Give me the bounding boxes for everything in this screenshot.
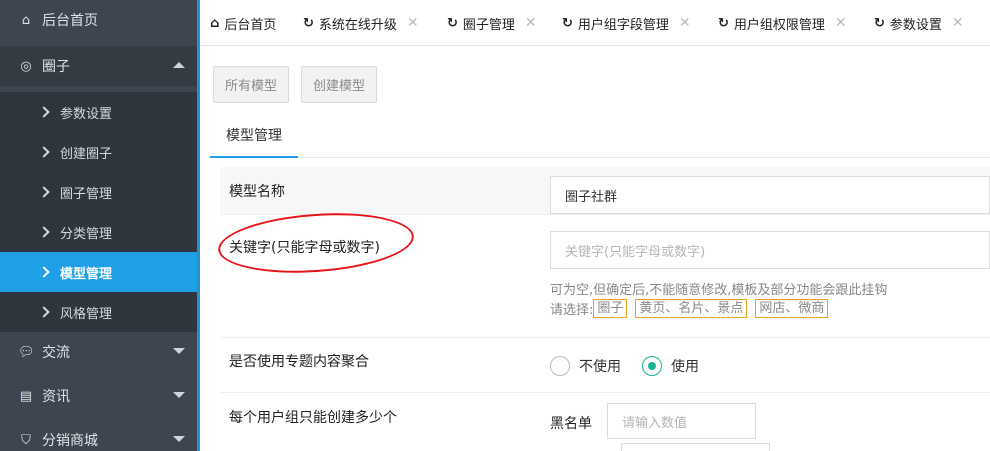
keyword-option-yellowpages[interactable]: 黄页、名片、景点	[635, 299, 748, 318]
keyword-option-circle[interactable]: 圈子	[593, 299, 628, 318]
caret-up-icon	[173, 62, 185, 68]
radio-label: 使用	[671, 359, 699, 375]
refresh-icon: ↻	[303, 15, 314, 31]
caret-down-icon	[173, 348, 185, 354]
bag-icon: ⛉	[21, 432, 31, 448]
home-icon: ⌂	[210, 15, 220, 31]
sidebar-subitem-label: 分类管理	[60, 226, 113, 242]
radio-circle	[642, 356, 662, 376]
sidebar-subitem-label: 创建圈子	[60, 146, 113, 162]
sidebar-item-circle[interactable]: ◎ 圈子	[0, 46, 197, 86]
tab-model-manage[interactable]: 模型管理	[210, 114, 298, 158]
form-row-limit: 每个用户组只能创建多少个 黑名单 请输入数值	[220, 393, 990, 451]
topic-label: 是否使用专题内容聚合	[229, 354, 369, 370]
tab-parameters[interactable]: ↻ 参数设置 ✕	[874, 0, 964, 46]
chevron-right-icon	[38, 186, 50, 198]
model-name-input[interactable]: 圈子社群	[550, 176, 990, 214]
sidebar-subitem-create-circle[interactable]: 创建圈子	[0, 132, 197, 172]
sidebar-item-label: 资讯	[42, 389, 70, 405]
close-icon[interactable]: ✕	[952, 15, 964, 31]
chevron-right-icon	[38, 306, 50, 318]
sidebar-item-home[interactable]: ⌂ 后台首页	[0, 0, 197, 40]
keyword-choices: 请选择: 圈子 黄页、名片、景点 网店、微商	[550, 299, 836, 318]
keyword-option-shop[interactable]: 网店、微商	[755, 299, 829, 318]
tab-usergroup-fields[interactable]: ↻ 用户组字段管理 ✕	[562, 0, 691, 46]
sidebar-subitem-circle-manage[interactable]: 圈子管理	[0, 172, 197, 212]
close-icon[interactable]: ✕	[679, 15, 691, 31]
tab-usergroup-permissions[interactable]: ↻ 用户组权限管理 ✕	[718, 0, 847, 46]
tab-bar: ⌂ 后台首页 ↻ 系统在线升级 ✕ ↻ 圈子管理 ✕ ↻ 用户组字段管理 ✕ ↻…	[200, 0, 990, 46]
topic-radio-on[interactable]: 使用	[642, 356, 699, 376]
chevron-right-icon	[38, 226, 50, 238]
target-icon: ◎	[20, 58, 32, 74]
next-group-input[interactable]	[621, 443, 770, 451]
sidebar-subitem-params[interactable]: 参数设置	[0, 92, 197, 132]
close-icon[interactable]: ✕	[407, 15, 419, 31]
tab-system-upgrade[interactable]: ↻ 系统在线升级 ✕	[303, 0, 419, 46]
create-model-button[interactable]: 创建模型	[301, 66, 378, 103]
tab-circle-manage[interactable]: ↻ 圈子管理 ✕	[447, 0, 537, 46]
sidebar-subitem-label: 风格管理	[60, 306, 113, 322]
document-icon: ▤	[19, 388, 33, 404]
sidebar-subitem-label: 模型管理	[60, 266, 113, 282]
sidebar-item-news[interactable]: ▤ 资讯	[0, 376, 197, 416]
refresh-icon: ↻	[874, 15, 885, 31]
tab-label: 系统在线升级	[318, 17, 397, 33]
sidebar-item-label: 圈子	[42, 59, 70, 75]
blacklist-input[interactable]: 请输入数值	[607, 403, 756, 439]
sub-tabs: 模型管理	[210, 114, 990, 158]
radio-circle	[550, 356, 570, 376]
choose-label: 请选择:	[550, 303, 594, 318]
refresh-icon: ↻	[447, 15, 458, 31]
sidebar-item-shop[interactable]: ⛉ 分销商城	[0, 420, 197, 451]
chevron-right-icon	[38, 146, 50, 158]
close-icon[interactable]: ✕	[525, 15, 537, 31]
blacklist-label: 黑名单	[550, 416, 592, 432]
form-row-topic: 是否使用专题内容聚合 不使用 使用	[220, 338, 990, 393]
tab-label: 用户组权限管理	[733, 17, 825, 33]
sidebar-subitem-label: 参数设置	[60, 106, 113, 122]
sidebar-subitem-category[interactable]: 分类管理	[0, 212, 197, 252]
chevron-right-icon	[38, 266, 50, 278]
home-icon: ⌂	[21, 12, 31, 28]
form-row-model-name: 模型名称 圈子社群	[220, 167, 990, 215]
sidebar: ⌂ 后台首页 ◎ 圈子 参数设置 创建圈子 圈子管理 分类管理 模型管理 风格管…	[0, 0, 197, 451]
caret-down-icon	[173, 436, 185, 442]
sidebar-item-label: 交流	[42, 345, 70, 361]
chevron-right-icon	[38, 106, 50, 118]
limit-label: 每个用户组只能创建多少个	[229, 410, 397, 426]
keyword-hint: 可为空,但确定后,不能随意修改,模板及部分功能会跟此挂钩	[550, 283, 888, 298]
all-models-button[interactable]: 所有模型	[213, 66, 290, 103]
sidebar-subitem-model-manage[interactable]: 模型管理	[0, 252, 197, 292]
refresh-icon: ↻	[718, 15, 729, 31]
chat-icon: 💬︎	[18, 344, 35, 360]
tab-label: 参数设置	[889, 17, 942, 33]
radio-label: 不使用	[579, 359, 621, 375]
sidebar-item-label: 后台首页	[42, 13, 98, 29]
refresh-icon: ↻	[562, 15, 573, 31]
tab-home[interactable]: ⌂ 后台首页	[210, 0, 276, 46]
keyword-input[interactable]: 关键字(只能字母或数字)	[550, 231, 990, 269]
sidebar-subitem-style[interactable]: 风格管理	[0, 292, 197, 332]
tab-label: 用户组字段管理	[577, 17, 669, 33]
sidebar-subitem-label: 圈子管理	[60, 186, 113, 202]
model-name-label: 模型名称	[229, 184, 285, 200]
caret-down-icon	[173, 392, 185, 398]
tab-label: 后台首页	[224, 17, 277, 33]
topic-radio-off[interactable]: 不使用	[550, 356, 621, 376]
sidebar-item-label: 分销商城	[42, 433, 98, 449]
sidebar-item-exchange[interactable]: 💬︎ 交流	[0, 332, 197, 372]
tab-label: 圈子管理	[462, 17, 515, 33]
close-icon[interactable]: ✕	[835, 15, 847, 31]
